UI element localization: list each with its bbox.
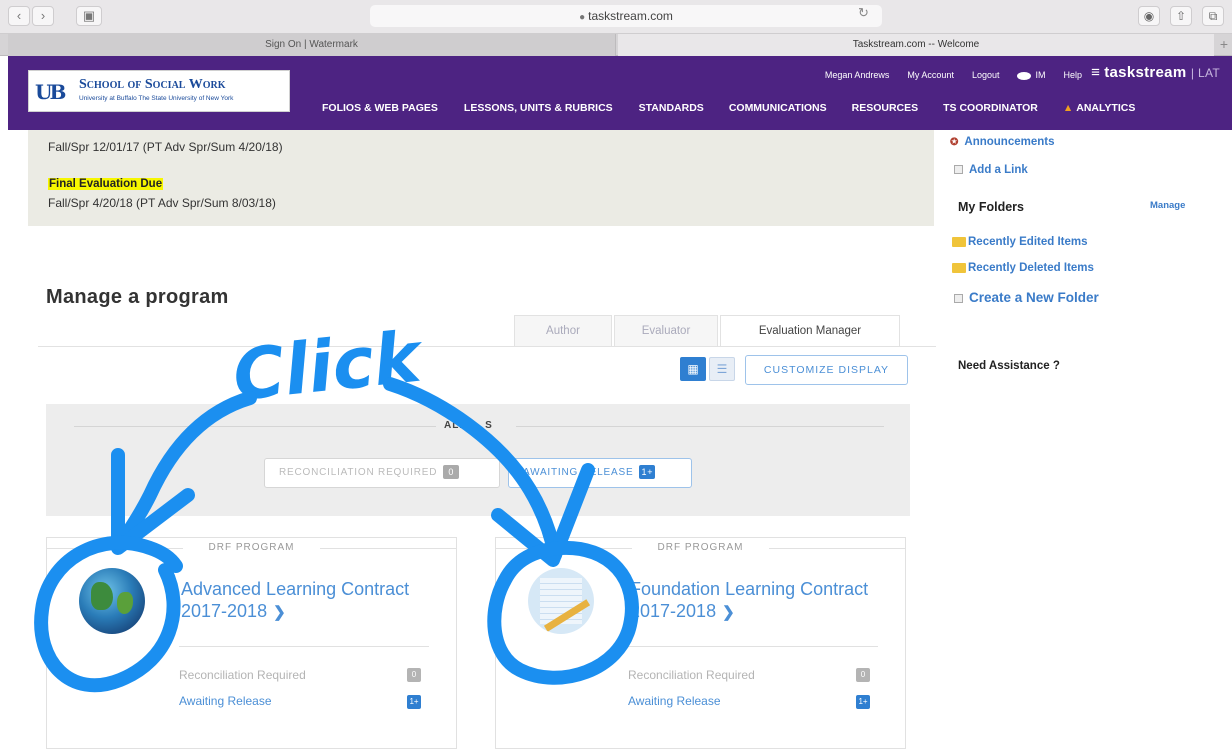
filter-label: ALL ... S	[444, 420, 493, 431]
back-button[interactable]: ‹	[8, 6, 30, 26]
my-account-link[interactable]: My Account	[907, 70, 954, 80]
link-icon	[954, 165, 963, 175]
due-dates-panel: Fall/Spr 12/01/17 (PT Adv Spr/Sum 4/20/1…	[28, 130, 934, 226]
awaiting-release-link[interactable]: Awaiting Release	[628, 694, 721, 708]
pushpin-icon: ✪	[950, 137, 959, 148]
reconciliation-filter-chip[interactable]: RECONCILIATION REQUIRED 0	[264, 458, 500, 488]
sidebar-toggle-icon[interactable]: ▣	[76, 6, 102, 26]
extension-icon[interactable]: ◉	[1138, 6, 1160, 26]
ub-logo-icon: UB	[35, 80, 66, 104]
chevron-right-icon: ❯	[722, 604, 735, 621]
my-folders-heading: My Folders	[958, 200, 1024, 214]
filter-panel: ALL ... S RECONCILIATION REQUIRED 0 AWAIT…	[46, 404, 910, 516]
due-date-heading: Final Evaluation Due	[48, 178, 164, 190]
taskstream-brand[interactable]: ≡ taskstream | LAT	[1091, 64, 1220, 81]
program-card: DRF PROGRAM Advanced Learning Contract 2…	[46, 537, 457, 749]
chevron-right-icon: ❯	[273, 604, 286, 621]
create-folder-link[interactable]: Create a New Folder	[954, 290, 1099, 305]
page-title: Manage a program	[46, 286, 229, 308]
browser-toolbar: ‹ › ▣ ● taskstream.com ↻ ◉ ⇧ ⧉	[0, 0, 1232, 34]
folder-icon	[952, 262, 966, 273]
browser-tab-bar: Sign On | Watermark Taskstream.com -- We…	[0, 34, 1232, 56]
share-icon[interactable]: ⇧	[1170, 6, 1192, 26]
count-badge: 0	[443, 465, 460, 480]
list-view-icon[interactable]: ☰	[709, 357, 735, 381]
count-badge: 1+	[856, 695, 870, 709]
due-date-line: Fall/Spr 12/01/17 (PT Adv Spr/Sum 4/20/1…	[48, 140, 283, 154]
chat-icon	[1017, 71, 1032, 80]
due-date-line: Fall/Spr 4/20/18 (PT Adv Spr/Sum 8/03/18…	[48, 196, 276, 210]
nav-folios[interactable]: FOLIOS & WEB PAGES	[322, 102, 438, 114]
recently-deleted-link[interactable]: Recently Deleted Items	[952, 262, 1094, 274]
customize-display-button[interactable]: CUSTOMIZE DISPLAY	[745, 355, 908, 385]
notepad-icon[interactable]	[528, 568, 594, 634]
program-title-link[interactable]: Foundation Learning Contract 2017-2018 ❯	[630, 578, 870, 624]
address-bar[interactable]: ● taskstream.com	[370, 5, 882, 27]
count-badge: 1+	[407, 695, 421, 709]
filter-divider	[74, 426, 436, 427]
grid-view-icon[interactable]: ▦	[680, 357, 706, 381]
reconciliation-required-label: Reconciliation Required	[179, 668, 306, 682]
program-card: DRF PROGRAM Foundation Learning Contract…	[495, 537, 906, 749]
main-nav: FOLIOS & WEB PAGES LESSONS, UNITS & RUBR…	[322, 102, 1135, 114]
nav-communications[interactable]: COMMUNICATIONS	[729, 102, 827, 114]
taskstream-logo-icon: ≡	[1091, 64, 1101, 81]
school-logo[interactable]: UB School of Social Work University at B…	[28, 70, 290, 112]
logo-subtitle: University at Buffalo The State Universi…	[79, 95, 234, 102]
card-type-divider	[769, 548, 905, 549]
announcements-link[interactable]: ✪ Announcements	[950, 136, 1054, 148]
logout-link[interactable]: Logout	[972, 70, 1000, 80]
site-header: UB School of Social Work University at B…	[8, 56, 1232, 130]
count-badge: 0	[856, 668, 870, 682]
program-title-link[interactable]: Advanced Learning Contract 2017-2018 ❯	[181, 578, 421, 624]
new-tab-icon[interactable]: +	[1220, 36, 1228, 52]
tab-author[interactable]: Author	[514, 315, 612, 347]
tab-evaluator[interactable]: Evaluator	[614, 315, 718, 347]
globe-icon[interactable]	[79, 568, 145, 634]
logo-title: School of Social Work	[79, 77, 226, 92]
awaiting-release-link[interactable]: Awaiting Release	[179, 694, 272, 708]
count-badge: 0	[407, 668, 421, 682]
help-link[interactable]: Help	[1063, 70, 1082, 80]
lock-icon: ●	[579, 12, 586, 23]
tabs-divider	[38, 346, 936, 347]
reconciliation-required-label: Reconciliation Required	[628, 668, 755, 682]
nav-standards[interactable]: STANDARDS	[639, 102, 704, 114]
browser-tab[interactable]: Sign On | Watermark	[8, 34, 616, 56]
filter-divider	[516, 426, 884, 427]
tab-evaluation-manager[interactable]: Evaluation Manager	[720, 315, 900, 347]
analytics-icon: ▲	[1062, 102, 1074, 114]
awaiting-release-filter-chip[interactable]: AWAITING RELEASE 1+	[508, 458, 692, 488]
browser-tab-active[interactable]: Taskstream.com -- Welcome	[618, 34, 1214, 56]
need-assistance-heading: Need Assistance ?	[958, 360, 1060, 372]
right-sidebar: ✪ Announcements Add a Link My Folders Man…	[944, 130, 1232, 749]
nav-resources[interactable]: RESOURCES	[852, 102, 919, 114]
tabs-overview-icon[interactable]: ⧉	[1202, 6, 1224, 26]
user-name: Megan Andrews	[824, 70, 890, 80]
new-folder-icon	[954, 293, 963, 303]
card-type-divider	[320, 548, 456, 549]
folder-icon	[952, 236, 966, 247]
card-divider	[628, 646, 878, 647]
utility-links: Megan Andrews My Account Logout IM Help	[825, 70, 1082, 80]
annotation-text: Click	[229, 315, 428, 417]
count-badge: 1+	[639, 465, 656, 480]
forward-button[interactable]: ›	[32, 6, 54, 26]
nav-lessons[interactable]: LESSONS, UNITS & RUBRICS	[464, 102, 613, 114]
im-link[interactable]: IM	[1017, 70, 1045, 80]
nav-analytics[interactable]: ▲ ANALYTICS	[1063, 102, 1136, 114]
manage-folders-link[interactable]: Manage	[1150, 200, 1185, 211]
card-divider	[179, 646, 429, 647]
reload-icon[interactable]: ↻	[858, 5, 869, 21]
add-link-link[interactable]: Add a Link	[954, 164, 1028, 176]
recently-edited-link[interactable]: Recently Edited Items	[952, 236, 1088, 248]
nav-ts-coordinator[interactable]: TS COORDINATOR	[943, 102, 1038, 114]
